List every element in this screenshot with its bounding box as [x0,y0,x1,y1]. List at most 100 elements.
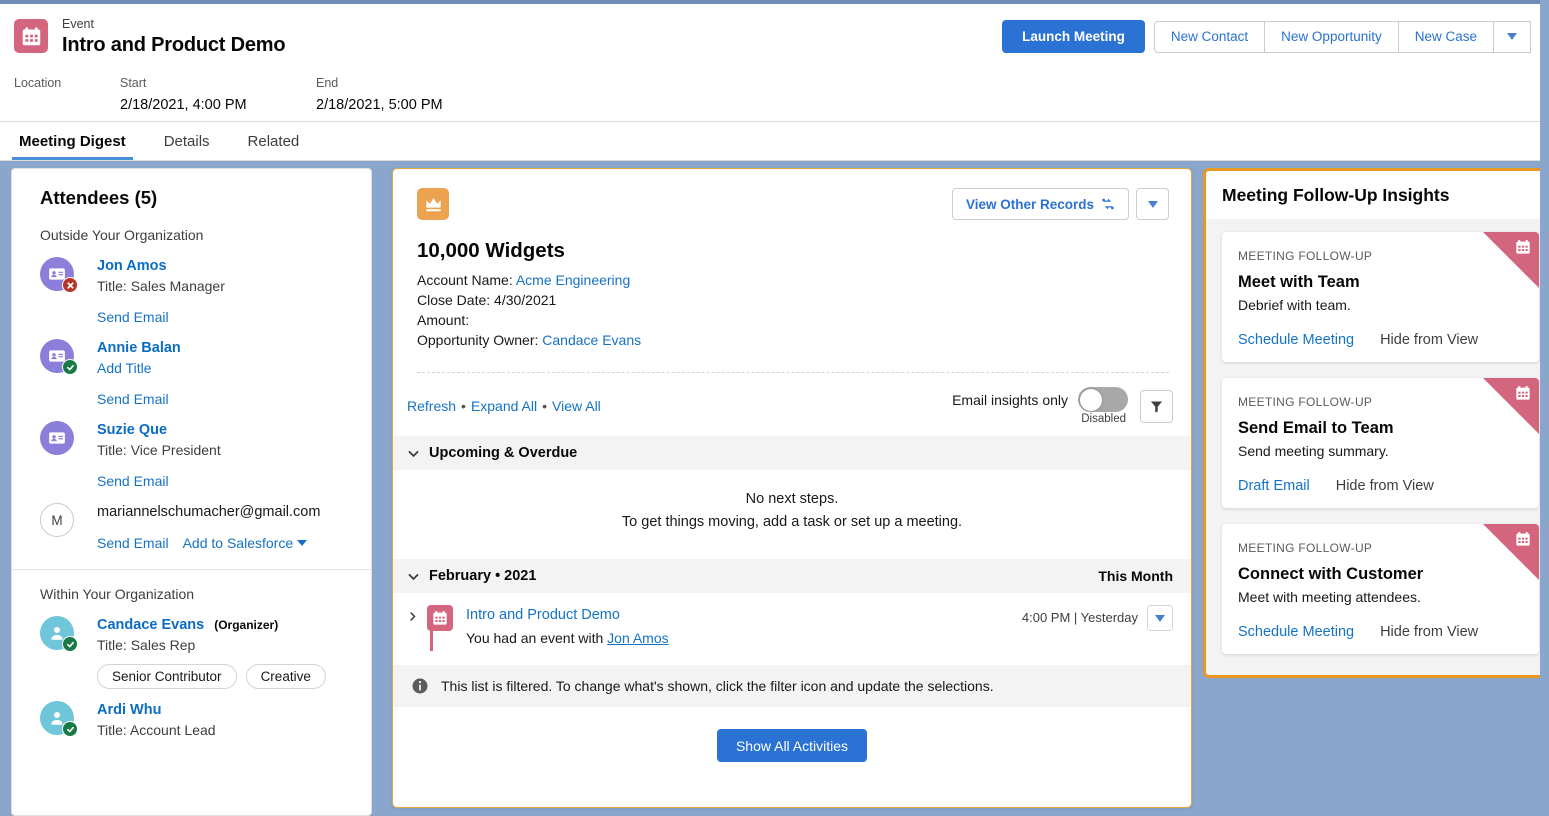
attendees-column: Attendees (5) Outside Your Organization [11,168,372,816]
contact-card-icon [40,421,74,455]
opportunity-activity-card: View Other Records 10,000 Widgets Accoun… [392,168,1192,808]
new-opportunity-button[interactable]: New Opportunity [1264,20,1399,53]
section-february-2021[interactable]: February • 2021 This Month [393,559,1191,593]
section-upcoming-overdue[interactable]: Upcoming & Overdue [393,436,1191,470]
insight-kicker: MEETING FOLLOW-UP [1238,395,1373,409]
attendee-group-label: Within Your Organization [40,586,195,602]
opportunity-more-button[interactable] [1136,188,1169,220]
calendar-icon [14,19,48,53]
meeting-followup-insights-card: Meeting Follow-Up Insights MEETING FOLLO… [1203,168,1549,678]
add-title-link[interactable]: Add Title [97,358,151,378]
field-label: Close Date: [417,292,491,308]
tab-related[interactable]: Related [229,122,319,160]
tag-pill[interactable]: Senior Contributor [97,664,237,689]
attendees-card: Attendees (5) Outside Your Organization [11,168,372,816]
insights-header: Meeting Follow-Up Insights [1206,171,1549,219]
calendar-icon [1516,240,1530,254]
viewport-edge [1540,0,1549,812]
list-item: Ardi Whu Title: Account Lead [12,689,371,740]
expand-all-link[interactable]: Expand All [471,398,537,414]
attendee-group-external: Outside Your Organization Jon Amos Title… [12,211,371,570]
record-type-label: Event [62,17,94,31]
insight-description: Meet with meeting attendees. [1238,589,1421,605]
info-icon [412,678,428,694]
attendee-name[interactable]: Annie Balan [97,338,181,358]
attendees-heading: Attendees (5) [40,187,158,208]
attendee-email: mariannelschumacher@gmail.com [97,504,321,520]
toggle-knob [1079,388,1102,411]
center-column: View Other Records 10,000 Widgets Accoun… [392,168,1192,812]
page-title: Intro and Product Demo [62,34,286,56]
activity-timestamp: 4:00 PM | Yesterday [1021,610,1138,625]
list-item: Jon Amos Title: Sales Manager Send Email [12,245,371,327]
chevron-down-icon [408,450,419,457]
hide-from-view-link[interactable]: Hide from View [1380,332,1478,348]
more-actions-button[interactable] [1493,20,1531,53]
avatar [40,421,74,455]
send-email-link[interactable]: Send Email [97,471,169,491]
status-badge-accepted [62,721,78,737]
field-end: End 2/18/2021, 5:00 PM [316,74,443,116]
chevron-down-icon [408,573,419,580]
schedule-meeting-link[interactable]: Schedule Meeting [1238,624,1354,640]
send-email-link[interactable]: Send Email [97,389,169,409]
view-all-link[interactable]: View All [552,398,601,414]
insight-card: MEETING FOLLOW-UP Connect with Customer … [1222,524,1539,654]
insight-corner [1483,378,1539,434]
section-label: Upcoming & Overdue [429,445,578,461]
hide-from-view-link[interactable]: Hide from View [1336,478,1434,494]
launch-meeting-button[interactable]: Launch Meeting [1002,20,1145,53]
account-name-link[interactable]: Acme Engineering [516,272,630,288]
email-insights-toggle[interactable] [1078,387,1128,412]
show-all-activities-button[interactable]: Show All Activities [716,729,868,762]
status-badge-accepted [62,359,78,375]
insight-title: Connect with Customer [1238,565,1424,583]
new-contact-button[interactable]: New Contact [1153,20,1266,53]
field-start: Start 2/18/2021, 4:00 PM [120,74,316,116]
avatar [40,257,78,293]
attendee-name[interactable]: Candace Evans [97,615,204,635]
insight-corner [1483,524,1539,580]
filter-notice: This list is filtered. To change what's … [393,665,1191,707]
calendar-icon [427,605,453,631]
attendee-name[interactable]: Suzie Que [97,420,221,440]
attendee-title: Title: Sales Rep [97,637,196,653]
new-case-button[interactable]: New Case [1397,20,1494,53]
attendee-title: Title: Vice President [97,442,221,458]
view-other-records-button[interactable]: View Other Records [951,188,1129,220]
add-to-salesforce-link[interactable]: Add to Salesforce [183,533,308,553]
crown-icon [417,188,449,220]
send-email-link[interactable]: Send Email [97,307,169,327]
opportunity-owner-link[interactable]: Candace Evans [542,332,641,348]
tag-pill[interactable]: Creative [245,664,326,689]
insights-title: Meeting Follow-Up Insights [1222,185,1450,205]
activity-toolbar: Refresh • Expand All • View All Email insigh… [393,373,1191,425]
insights-column: Meeting Follow-Up Insights MEETING FOLLO… [1203,168,1549,812]
toggle-state-label: Disabled [1081,413,1126,425]
attendee-name[interactable]: Jon Amos [97,256,225,276]
send-email-link[interactable]: Send Email [97,533,169,553]
attendee-link[interactable]: Jon Amos [607,630,668,646]
activity-title-link[interactable]: Intro and Product Demo [466,605,669,626]
activity-row-menu-button[interactable] [1147,605,1173,631]
field-label: Location [14,76,62,90]
insight-corner [1483,232,1539,288]
list-item: Annie Balan Add Title Send Email [12,327,371,409]
tab-meeting-digest[interactable]: Meeting Digest [0,122,145,160]
attendee-group-internal: Within Your Organization Candace Evans (… [12,570,371,756]
schedule-meeting-link[interactable]: Schedule Meeting [1238,332,1354,348]
field-label: Account Name: [417,272,513,288]
filter-button[interactable] [1140,389,1173,423]
refresh-link[interactable]: Refresh [407,398,456,414]
empty-line: To get things moving, add a task or set … [621,514,963,530]
avatar: M [40,503,74,537]
attendee-name[interactable]: Ardi Whu [97,700,216,720]
attendee-group-label: Outside Your Organization [40,227,204,243]
field-value: 4/30/2021 [494,292,557,308]
draft-email-link[interactable]: Draft Email [1238,478,1310,494]
tab-details[interactable]: Details [145,122,229,160]
filter-notice-text: This list is filtered. To change what's … [441,678,994,694]
field-label: Amount: [417,312,470,328]
hide-from-view-link[interactable]: Hide from View [1380,624,1478,640]
chevron-right-icon[interactable] [407,611,418,622]
